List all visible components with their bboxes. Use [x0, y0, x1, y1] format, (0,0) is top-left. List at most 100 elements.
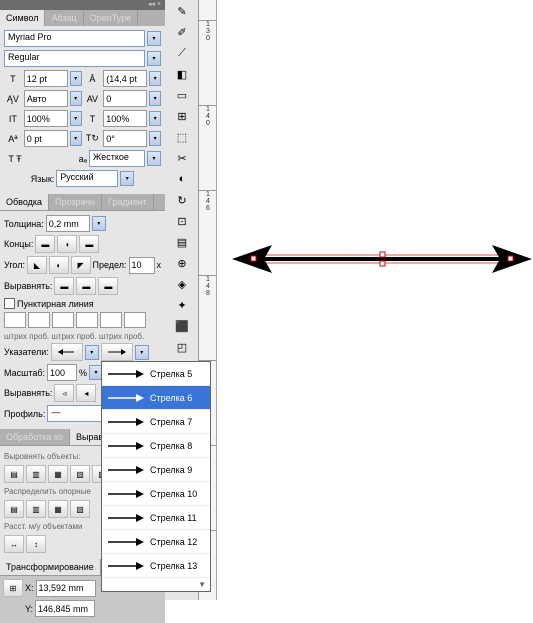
- tab-path[interactable]: Обработка ко: [0, 429, 70, 445]
- dropdown-icon[interactable]: ▾: [147, 51, 161, 66]
- font-style-select[interactable]: Regular: [4, 50, 145, 67]
- dropdown-icon[interactable]: ▾: [70, 111, 82, 126]
- dist-btn[interactable]: ▤: [4, 500, 24, 518]
- vscale-input[interactable]: [24, 110, 68, 127]
- join-bevel[interactable]: ◤: [71, 256, 91, 274]
- tab-transform[interactable]: Трансформирование: [0, 559, 101, 575]
- align-btn[interactable]: ▦: [48, 465, 68, 483]
- dropdown-icon[interactable]: ▾: [149, 111, 161, 126]
- baseline-input[interactable]: [24, 130, 68, 147]
- dropdown-icon[interactable]: ▾: [70, 71, 82, 86]
- tracking-icon: AV: [84, 90, 102, 107]
- dropdown-icon[interactable]: ▾: [70, 131, 82, 146]
- font-family-select[interactable]: Myriad Pro: [4, 30, 145, 47]
- align-btn[interactable]: ▥: [26, 465, 46, 483]
- tool-button[interactable]: ▤: [168, 232, 196, 252]
- kerning-input[interactable]: [24, 90, 68, 107]
- tool-button[interactable]: ✦: [168, 295, 196, 315]
- ref-point[interactable]: ⊞: [3, 579, 23, 597]
- dropdown-icon[interactable]: ▾: [149, 91, 161, 106]
- tool-button[interactable]: ⊕: [168, 253, 196, 273]
- tool-button[interactable]: ⊡: [168, 211, 196, 231]
- tracking-input[interactable]: [103, 90, 147, 107]
- arrow-end-select[interactable]: [101, 343, 133, 361]
- dropdown-icon[interactable]: ▾: [70, 91, 82, 106]
- leading-input[interactable]: [103, 70, 147, 87]
- align-btn[interactable]: ▧: [70, 465, 90, 483]
- arrow-dropdown: Стрелка 5Стрелка 6Стрелка 7Стрелка 8Стре…: [101, 361, 211, 592]
- space-btn[interactable]: ↔: [4, 535, 24, 553]
- cap-round[interactable]: ◖: [57, 235, 77, 253]
- x-input[interactable]: [36, 580, 96, 597]
- tool-button[interactable]: ✐: [168, 22, 196, 42]
- align-tip1[interactable]: ◃: [54, 384, 74, 402]
- lang-label: Язык:: [31, 174, 55, 184]
- cap-square[interactable]: ▬: [79, 235, 99, 253]
- rotate-input[interactable]: [103, 130, 147, 147]
- tool-button[interactable]: ✎: [168, 1, 196, 21]
- tool-button[interactable]: ◐: [168, 169, 196, 189]
- font-size-input[interactable]: [24, 70, 68, 87]
- dropdown-icon[interactable]: ▾: [147, 31, 161, 46]
- tab-gradient[interactable]: Градиент: [102, 194, 154, 210]
- scale-input[interactable]: [47, 364, 77, 381]
- tool-button[interactable]: ◰: [168, 337, 196, 357]
- arrow-option[interactable]: Стрелка 12: [102, 530, 210, 554]
- tool-button[interactable]: ◈: [168, 274, 196, 294]
- tool-button[interactable]: ⊞: [168, 106, 196, 126]
- dropdown-icon[interactable]: ▾: [135, 345, 149, 360]
- join-round[interactable]: ◐: [49, 256, 69, 274]
- tool-button[interactable]: ⬚: [168, 127, 196, 147]
- dropdown-icon[interactable]: ▾: [147, 151, 161, 166]
- cap-butt[interactable]: ▬: [35, 235, 55, 253]
- align-tip2[interactable]: ◂: [76, 384, 96, 402]
- tab-paragraph[interactable]: Абзац: [45, 10, 83, 26]
- arrow-option[interactable]: Стрелка 8: [102, 434, 210, 458]
- tool-button[interactable]: ✂: [168, 148, 196, 168]
- arrow-option[interactable]: Стрелка 6: [102, 386, 210, 410]
- dropdown-icon[interactable]: ▾: [85, 345, 99, 360]
- weight-input[interactable]: [46, 215, 90, 232]
- arrow-option[interactable]: Стрелка 7: [102, 410, 210, 434]
- dropdown-icon[interactable]: ▾: [92, 216, 106, 231]
- dropdown-scroll-down-icon[interactable]: ▼: [102, 578, 210, 591]
- rotate-icon: T↻: [84, 130, 102, 147]
- limit-input[interactable]: [129, 257, 155, 274]
- tool-button[interactable]: ⬛: [168, 316, 196, 336]
- tool-button[interactable]: ↻: [168, 190, 196, 210]
- align-outside[interactable]: ▬: [98, 277, 118, 295]
- titlebar: ◂◂ ×: [0, 0, 165, 10]
- dropdown-icon[interactable]: ▾: [149, 71, 161, 86]
- dist-btn[interactable]: ▥: [26, 500, 46, 518]
- tab-transparency[interactable]: Прозрачн: [49, 194, 102, 210]
- lang-select[interactable]: Русский: [56, 170, 118, 187]
- dropdown-icon[interactable]: ▾: [120, 171, 134, 186]
- align-center[interactable]: ▬: [54, 277, 74, 295]
- arrow-option[interactable]: Стрелка 9: [102, 458, 210, 482]
- arrow-option[interactable]: Стрелка 13: [102, 554, 210, 578]
- tab-stroke[interactable]: Обводка: [0, 194, 49, 210]
- tool-button[interactable]: ▭: [168, 85, 196, 105]
- align-btn[interactable]: ▤: [4, 465, 24, 483]
- arrow-object[interactable]: [232, 245, 532, 275]
- dist-btn[interactable]: ▧: [70, 500, 90, 518]
- dropdown-icon[interactable]: ▾: [149, 131, 161, 146]
- arrow-option[interactable]: Стрелка 5: [102, 362, 210, 386]
- align-inside[interactable]: ▬: [76, 277, 96, 295]
- aa-select[interactable]: Жесткое: [89, 150, 145, 167]
- join-miter[interactable]: ◣: [27, 256, 47, 274]
- dist-btn[interactable]: ▦: [48, 500, 68, 518]
- y-input[interactable]: [35, 600, 95, 617]
- tool-button[interactable]: ⟋: [168, 43, 196, 63]
- arrow-start-select[interactable]: [51, 343, 83, 361]
- tab-opentype[interactable]: OpenType: [84, 10, 139, 26]
- dashed-checkbox[interactable]: [4, 298, 15, 309]
- hscale-input[interactable]: [103, 110, 147, 127]
- space-btn[interactable]: ↕: [26, 535, 46, 553]
- ruler-tick: 130: [199, 20, 217, 42]
- arrow-option[interactable]: Стрелка 10: [102, 482, 210, 506]
- arrow-option[interactable]: Стрелка 11: [102, 506, 210, 530]
- canvas[interactable]: [217, 0, 533, 600]
- tool-button[interactable]: ◧: [168, 64, 196, 84]
- tab-symbol[interactable]: Символ: [0, 10, 45, 26]
